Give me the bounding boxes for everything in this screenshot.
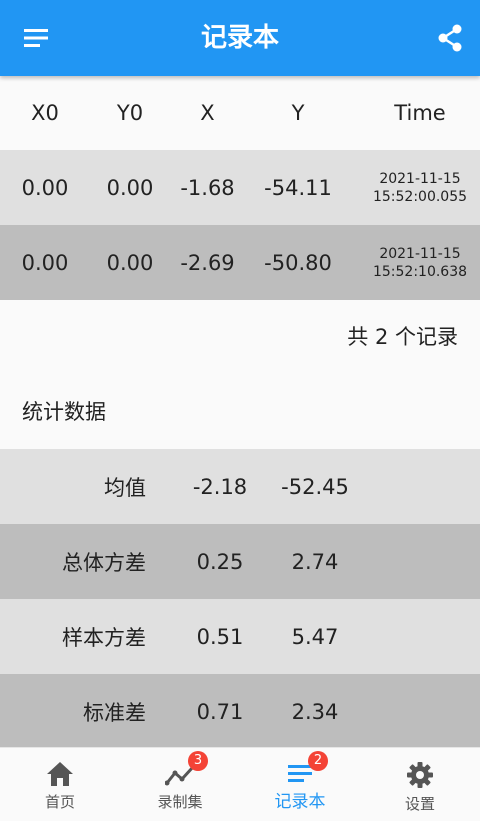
- header-x: X: [200, 101, 215, 125]
- stat-x-value: 0.25: [196, 549, 244, 574]
- nav-label: 录制集: [157, 793, 203, 811]
- share-icon: [438, 24, 462, 52]
- page-title: 记录本: [200, 23, 279, 53]
- app-bar: 记录本: [0, 0, 480, 76]
- header-time: Time: [394, 101, 446, 125]
- stat-label: 样本方差: [62, 625, 146, 650]
- cell-x0: 0.00: [21, 250, 69, 275]
- cell-x0: 0.00: [21, 175, 69, 200]
- menu-button[interactable]: [12, 18, 62, 58]
- nav-item-settings[interactable]: 设置: [360, 748, 480, 821]
- stats-title: 统计数据: [22, 400, 106, 424]
- table-header: X0 Y0 X Y Time: [0, 76, 480, 150]
- header-y: Y: [291, 101, 305, 125]
- table-row[interactable]: 0.00 0.00 -2.69 -50.80 2021-11-15 15:52:…: [0, 225, 480, 300]
- cell-x: -2.69: [180, 250, 235, 275]
- nav-label: 记录本: [274, 792, 326, 812]
- nav-item-notebook[interactable]: 2 记录本: [240, 748, 360, 821]
- badge-count: 2: [308, 751, 328, 771]
- menu-icon: [24, 29, 48, 47]
- bottom-nav: 首页 3 录制集 2 记录本 设置: [0, 747, 480, 821]
- badge-count: 3: [188, 751, 208, 771]
- cell-time-date: 2021-11-15: [379, 170, 461, 187]
- nav-label: 设置: [404, 795, 435, 813]
- stat-label: 均值: [104, 475, 146, 500]
- cell-y0: 0.00: [106, 175, 154, 200]
- table-row[interactable]: 0.00 0.00 -1.68 -54.11 2021-11-15 15:52:…: [0, 150, 480, 225]
- cell-y: -54.11: [264, 175, 332, 200]
- stat-row-sample-variance: 样本方差 0.51 5.47: [0, 599, 480, 674]
- cell-time-clock: 15:52:00.055: [372, 188, 468, 205]
- header-y0: Y0: [116, 101, 144, 125]
- stat-y-value: -52.45: [281, 474, 349, 499]
- stat-label: 标准差: [83, 700, 146, 725]
- cell-x: -1.68: [180, 175, 235, 200]
- nav-item-home[interactable]: 首页: [0, 748, 120, 821]
- header-x0: X0: [31, 101, 59, 125]
- stat-row-mean: 均值 -2.18 -52.45: [0, 449, 480, 524]
- stat-x-value: 0.51: [196, 624, 244, 649]
- cell-y0: 0.00: [106, 250, 154, 275]
- stat-y-value: 2.74: [291, 549, 339, 574]
- cell-time: 2021-11-15 15:52:10.638: [360, 245, 480, 281]
- cell-time-clock: 15:52:10.638: [372, 263, 468, 280]
- cell-time: 2021-11-15 15:52:00.055: [360, 170, 480, 206]
- stat-row-std-dev: 标准差 0.71 2.34: [0, 674, 480, 749]
- stat-x-value: -2.18: [192, 474, 248, 499]
- cell-time-date: 2021-11-15: [379, 245, 461, 262]
- stat-y-value: 5.47: [291, 624, 339, 649]
- share-button[interactable]: [430, 18, 470, 58]
- gear-icon: [407, 762, 433, 788]
- stat-row-population-variance: 总体方差 0.25 2.74: [0, 524, 480, 599]
- home-icon: [47, 762, 73, 786]
- stat-y-value: 2.34: [291, 699, 339, 724]
- record-count: 共 2 个记录: [347, 325, 458, 349]
- cell-y: -50.80: [264, 250, 332, 275]
- stat-x-value: 0.71: [196, 699, 244, 724]
- nav-item-recordings[interactable]: 3 录制集: [120, 748, 240, 821]
- stat-label: 总体方差: [62, 550, 146, 575]
- nav-label: 首页: [44, 793, 75, 811]
